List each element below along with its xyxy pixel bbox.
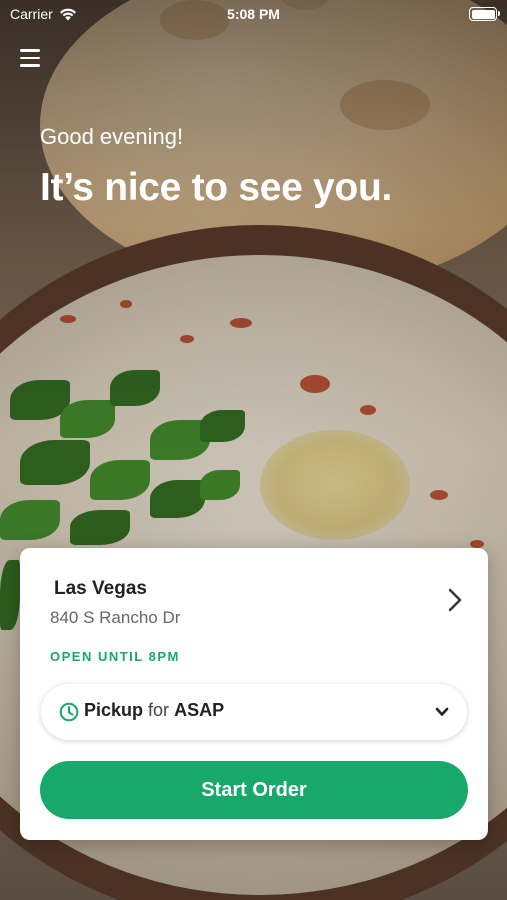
status-bar: Carrier 5:08 PM bbox=[0, 0, 507, 30]
battery-icon bbox=[469, 7, 500, 21]
start-order-button[interactable]: Start Order bbox=[40, 761, 468, 819]
chevron-down-icon[interactable] bbox=[435, 706, 449, 718]
order-mode-connector: for bbox=[148, 700, 170, 720]
order-card: Las Vegas 840 S Rancho Dr OPEN UNTIL 8PM… bbox=[20, 548, 488, 840]
order-mode-text: Pickup for ASAP bbox=[84, 700, 224, 721]
order-mode-dropdown[interactable]: Pickup for ASAP bbox=[41, 684, 467, 740]
status-time: 5:08 PM bbox=[227, 6, 280, 22]
order-mode-type: Pickup bbox=[84, 700, 144, 720]
location-address: 840 S Rancho Dr bbox=[50, 608, 181, 627]
headline-text: It’s nice to see you. bbox=[40, 166, 393, 209]
clock-icon bbox=[59, 702, 79, 722]
location-selector[interactable]: Las Vegas 840 S Rancho Dr bbox=[20, 548, 488, 648]
location-name: Las Vegas bbox=[54, 578, 147, 599]
hamburger-menu-icon[interactable] bbox=[20, 49, 42, 69]
chevron-right-icon[interactable] bbox=[448, 588, 462, 612]
order-mode-time: ASAP bbox=[174, 700, 225, 720]
greeting-text: Good evening! bbox=[40, 124, 184, 149]
open-status-badge: OPEN UNTIL 8PM bbox=[50, 649, 180, 664]
